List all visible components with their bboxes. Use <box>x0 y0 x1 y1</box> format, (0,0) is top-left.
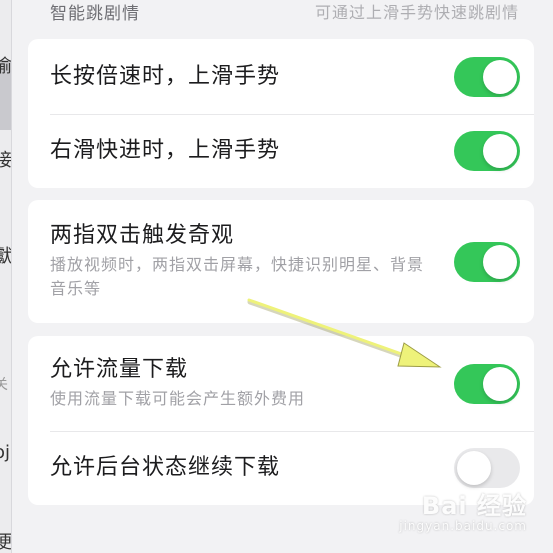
cellular-download-toggle[interactable] <box>454 363 520 404</box>
settings-screen: 偷 接 獻 关 oj 便 智能跳剧情 可通过上滑手势快速跳剧情 长按倍速时，上滑… <box>0 0 553 553</box>
long-press-swipe-toggle[interactable] <box>454 56 520 97</box>
toggle-knob <box>483 134 517 168</box>
strip-glyph: 偷 <box>0 58 11 76</box>
right-swipe-toggle[interactable] <box>454 131 520 171</box>
watermark-url: jingyan.baidu.com <box>399 519 527 533</box>
setting-description: 播放视频时，两指双击屏幕，快捷识别明星、背景音乐等 <box>50 255 425 299</box>
setting-row-long-press-swipe[interactable]: 长按倍速时，上滑手势 <box>28 39 534 114</box>
strip-glyph: oj <box>0 442 11 463</box>
setting-description: 使用流量下载可能会产生额外费用 <box>50 389 306 409</box>
setting-label: 允许后台状态继续下载 <box>50 455 281 481</box>
watermark-logo: Bai 经验 <box>421 492 527 520</box>
strip-glyph: 便 <box>0 534 11 552</box>
section-hint: 可通过上滑手势快速跳剧情 <box>314 3 519 22</box>
background-layer-strip: 偷 接 獻 关 oj 便 <box>0 0 12 553</box>
strip-glyph: 接 <box>0 152 11 170</box>
setting-label: 右滑快进时，上滑手势 <box>50 138 281 164</box>
toggle-knob <box>483 59 517 94</box>
section-title: 智能跳剧情 <box>50 3 140 24</box>
strip-glyph: 獻 <box>0 248 11 266</box>
setting-label: 两指双击触发奇观 <box>50 222 235 248</box>
section-header: 智能跳剧情 可通过上滑手势快速跳剧情 <box>50 0 519 24</box>
two-finger-toggle[interactable] <box>454 241 520 282</box>
setting-label: 允许流量下载 <box>50 356 189 382</box>
setting-row-right-swipe[interactable]: 右滑快进时，上滑手势 <box>28 114 534 188</box>
baidu-watermark: Bai 经验 jingyan.baidu.com <box>399 486 527 533</box>
toggle-knob <box>483 244 517 279</box>
download-settings-card: 允许流量下载 使用流量下载可能会产生额外费用 允许后台状态继续下载 <box>28 336 534 505</box>
gesture-settings-card: 长按倍速时，上滑手势 右滑快进时，上滑手势 <box>28 39 534 188</box>
toggle-knob <box>483 366 517 401</box>
background-download-toggle[interactable] <box>454 448 520 488</box>
two-finger-card: 两指双击触发奇观 播放视频时，两指双击屏幕，快捷识别明星、背景音乐等 <box>28 200 534 323</box>
strip-glyph: 关 <box>0 378 8 392</box>
setting-row-cellular-download[interactable]: 允许流量下载 使用流量下载可能会产生额外费用 <box>28 336 534 431</box>
toggle-knob <box>457 451 491 485</box>
setting-row-two-finger[interactable]: 两指双击触发奇观 播放视频时，两指双击屏幕，快捷识别明星、背景音乐等 <box>28 200 534 323</box>
setting-label: 长按倍速时，上滑手势 <box>50 63 281 89</box>
